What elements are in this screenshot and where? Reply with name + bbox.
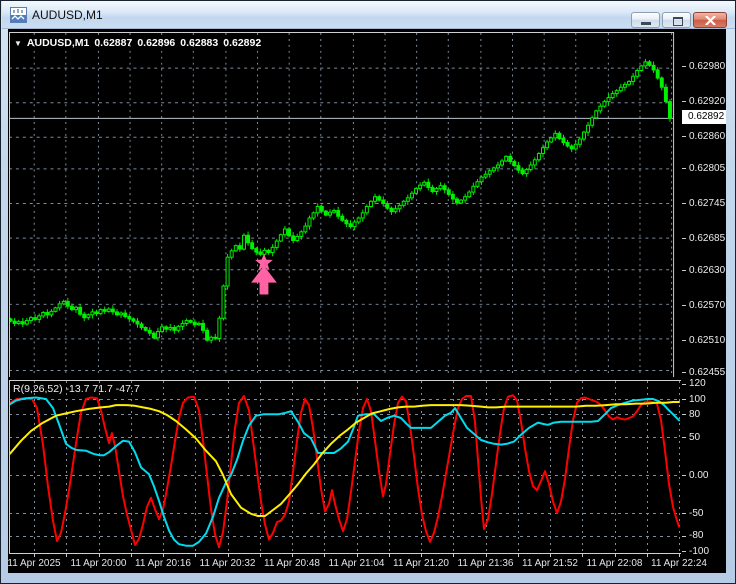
- low-value: 0.62883: [180, 37, 219, 49]
- time-axis-label: 11 Apr 2025: [7, 558, 61, 569]
- time-axis-label: 11 Apr 20:16: [135, 558, 191, 569]
- symbol-label: AUDUSD,M1: [26, 37, 90, 49]
- indicator-header: R(9,26,52) -13.7 71.7 -47.7: [13, 383, 140, 395]
- indicator-tick: [682, 535, 686, 537]
- time-axis-label: 11 Apr 21:20: [393, 558, 449, 569]
- price-axis-label: 0.62630: [689, 264, 726, 276]
- expander-icon[interactable]: ▼: [14, 39, 22, 48]
- time-axis-label: 11 Apr 20:32: [199, 558, 256, 569]
- high-value: 0.62896: [137, 37, 176, 49]
- price-axis-label: 0.62570: [689, 299, 726, 311]
- chart-window-icon: [10, 7, 27, 23]
- open-value: 0.62887: [94, 37, 133, 49]
- price-tick: [682, 238, 686, 239]
- price-axis-label: 0.62745: [689, 197, 726, 209]
- price-tick: [682, 372, 686, 373]
- indicator-axis-label: -50: [689, 507, 704, 519]
- price-tick: [682, 305, 686, 306]
- time-tick: [647, 554, 648, 557]
- time-tick: [389, 554, 390, 557]
- time-tick: [324, 554, 325, 557]
- titlebar[interactable]: AUDUSD,M1: [2, 1, 735, 29]
- price-axis-label: 0.62980: [689, 60, 726, 72]
- minimize-icon: [641, 22, 651, 25]
- indicator-tick: [682, 551, 686, 552]
- candles-layer: [9, 58, 672, 344]
- time-axis-label: 11 Apr 20:48: [264, 558, 320, 569]
- time-axis-label: 11 Apr 22:24: [651, 558, 707, 569]
- ohlc-header: ▼ AUDUSD,M1 0.62887 0.62896 0.62883 0.62…: [14, 37, 261, 49]
- close-button[interactable]: [693, 12, 727, 28]
- price-tick: [682, 168, 686, 169]
- minimize-button[interactable]: [631, 12, 660, 28]
- current-price-tag: 0.62892: [682, 110, 726, 124]
- time-tick: [66, 554, 67, 557]
- price-tick: [682, 270, 686, 271]
- price-axis-label: 0.62685: [689, 232, 726, 244]
- time-axis-label: 11 Apr 20:00: [70, 558, 127, 569]
- indicator-axis-label: 50: [689, 431, 701, 443]
- series-R26: [9, 396, 680, 547]
- time-axis-label: 11 Apr 21:04: [328, 558, 385, 569]
- time-tick: [679, 554, 680, 557]
- time-tick: [99, 554, 100, 557]
- price-tick: [682, 136, 686, 137]
- series-R9: [9, 394, 680, 549]
- time-axis-label: 11 Apr 21:36: [457, 558, 514, 569]
- price-axis-label: 0.62805: [689, 162, 726, 174]
- main-chart-pane[interactable]: [9, 30, 681, 380]
- price-tick: [682, 66, 686, 67]
- indicator-tick: [682, 513, 686, 514]
- signal-arrow-marker[interactable]: [251, 253, 277, 295]
- time-tick: [421, 554, 422, 557]
- price-tick: [682, 340, 686, 341]
- close-icon: [705, 16, 716, 25]
- time-tick: [357, 554, 358, 557]
- time-tick: [453, 554, 454, 557]
- time-axis-label: 11 Apr 22:08: [586, 558, 643, 569]
- price-tick: [682, 101, 686, 102]
- close-value: 0.62892: [223, 37, 262, 49]
- time-tick: [518, 554, 519, 557]
- restore-button[interactable]: [662, 12, 691, 28]
- time-tick: [615, 554, 616, 557]
- time-tick: [163, 554, 164, 557]
- price-axis-label: 0.62860: [689, 130, 726, 142]
- indicator-tick: [682, 475, 686, 476]
- time-tick: [34, 554, 35, 557]
- time-tick: [195, 554, 196, 557]
- time-axis-label: 11 Apr 21:52: [522, 558, 578, 569]
- restore-icon: [673, 17, 683, 26]
- price-tick: [682, 203, 686, 204]
- window-title: AUDUSD,M1: [32, 8, 103, 22]
- time-tick: [260, 554, 261, 557]
- price-axis[interactable]: 0.62892 0.62980 0.62920 0.62860 0.62805 0.62…: [682, 30, 726, 557]
- indicator-axis-label: 80: [689, 408, 701, 420]
- indicator-tick: [682, 414, 686, 416]
- time-axis[interactable]: 11 Apr 2025 11 Apr 20:00 11 Apr 20:16 11 Ap…: [7, 554, 726, 573]
- time-tick: [550, 554, 551, 557]
- indicator-axis-label: 100: [689, 393, 706, 405]
- indicator-pane[interactable]: [9, 380, 681, 554]
- indicator-tick: [682, 437, 686, 438]
- indicator-tick: [682, 399, 686, 400]
- time-tick: [486, 554, 487, 557]
- price-axis-label: 0.62920: [689, 95, 726, 107]
- series-R52: [9, 401, 680, 517]
- indicator-axis-label: -80: [689, 530, 704, 542]
- time-tick: [131, 554, 132, 557]
- time-tick: [582, 554, 583, 557]
- time-tick: [228, 554, 229, 557]
- terminal-window: AUDUSD,M1 ▼ AUDUSD,M1 0.62887 0.62896 0.…: [0, 0, 736, 584]
- time-tick: [292, 554, 293, 557]
- indicator-axis-label: 120: [689, 378, 706, 390]
- indicator-tick: [682, 383, 686, 385]
- price-axis-label: 0.62510: [689, 334, 726, 346]
- indicator-axis-label: 0.00: [689, 469, 709, 481]
